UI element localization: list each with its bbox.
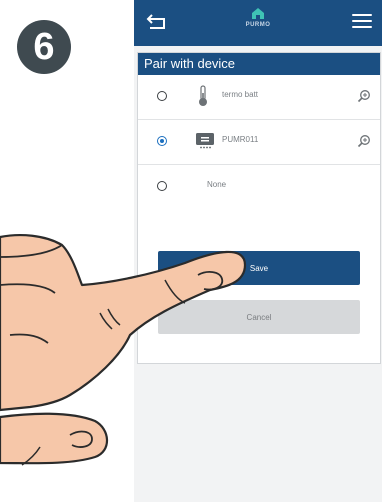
device-row-pumr011[interactable]: PUMR011 [138, 120, 380, 165]
device-row-termo-batt[interactable]: termo batt [138, 75, 380, 120]
device-label: termo batt [222, 90, 259, 99]
brand-name: PURMO [245, 22, 271, 28]
radio-button[interactable] [157, 91, 167, 101]
device-row-none[interactable]: None [138, 165, 380, 209]
brand-logo: PURMO [238, 7, 278, 39]
step-number: 6 [33, 25, 55, 68]
app-header: PURMO [134, 0, 382, 46]
device-label: None [207, 180, 227, 189]
radio-button[interactable] [157, 181, 167, 191]
device-module-icon [195, 132, 215, 155]
device-label: PUMR011 [222, 135, 259, 144]
step-number-badge: 6 [17, 20, 71, 74]
radio-button-selected[interactable] [157, 136, 167, 146]
hamburger-menu-icon[interactable] [352, 14, 372, 30]
pointing-hand-illustration [0, 233, 247, 466]
zoom-search-icon[interactable] [357, 89, 371, 103]
back-arrow-icon[interactable] [145, 14, 167, 32]
thermometer-icon [198, 85, 208, 112]
zoom-search-icon[interactable] [357, 134, 371, 148]
card-title: Pair with device [138, 53, 380, 75]
house-logo-icon [252, 8, 264, 19]
